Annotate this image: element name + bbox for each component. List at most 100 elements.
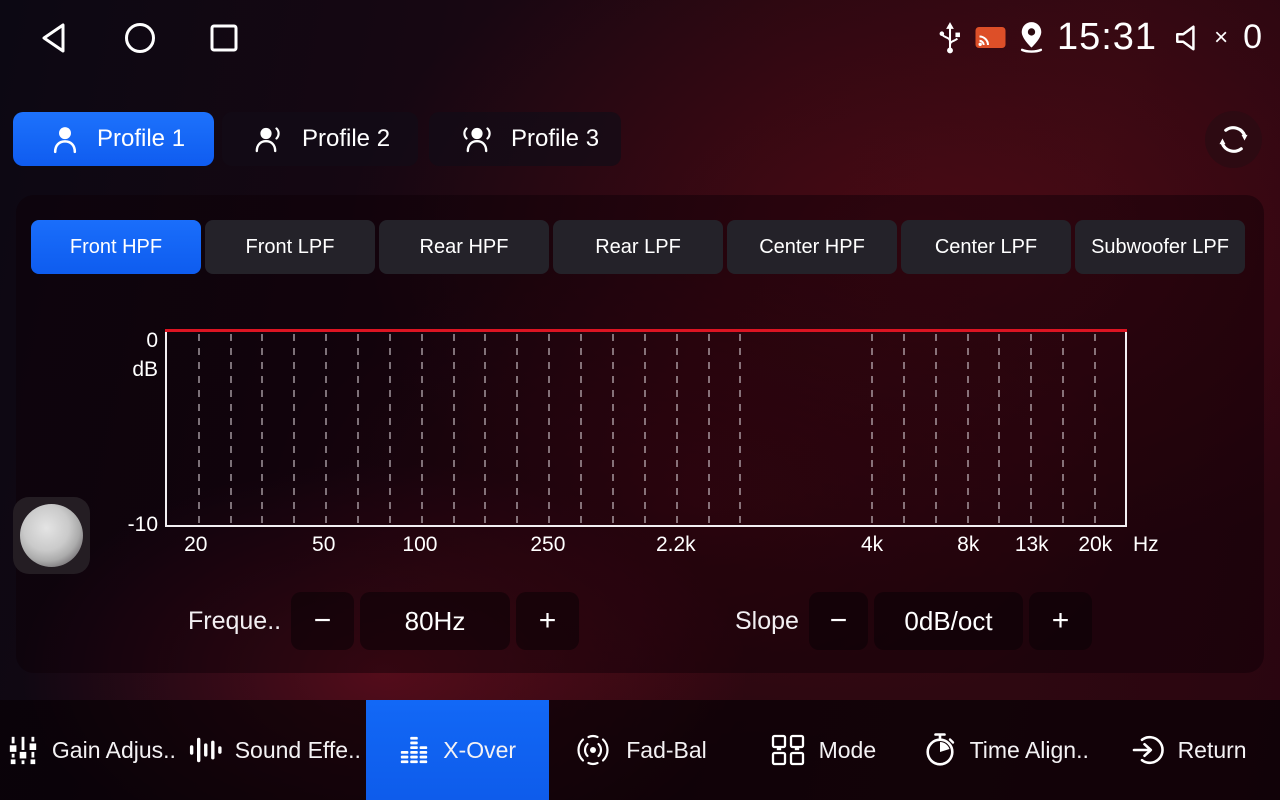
chart-gridline xyxy=(708,334,710,525)
sync-icon xyxy=(1217,123,1250,156)
slope-plus-button[interactable]: + xyxy=(1029,592,1092,650)
nav-label: Fad-Bal xyxy=(626,737,707,764)
tab-rear-lpf[interactable]: Rear LPF xyxy=(553,220,723,274)
tab-rear-hpf[interactable]: Rear HPF xyxy=(379,220,549,274)
chart-gridline xyxy=(516,334,518,525)
sync-button[interactable] xyxy=(1205,111,1262,168)
x-tick-label: 8k xyxy=(957,533,979,557)
nav-mode[interactable]: Mode xyxy=(731,700,914,800)
recents-icon[interactable] xyxy=(206,20,242,56)
tab-center-hpf[interactable]: Center HPF xyxy=(727,220,897,274)
chart-gridline xyxy=(739,334,741,525)
frequency-plus-button[interactable]: + xyxy=(516,592,579,650)
tab-front-hpf[interactable]: Front HPF xyxy=(31,220,201,274)
nav-label: Gain Adjus.. xyxy=(52,737,176,764)
gain-faders-icon xyxy=(7,734,39,766)
return-arrow-icon xyxy=(1131,733,1165,767)
chart-gridline xyxy=(421,334,423,525)
chart-gridline xyxy=(871,334,873,525)
bottom-nav: Gain Adjus.. Sound Effe.. xyxy=(0,700,1280,800)
profile-3-button[interactable]: Profile 3 xyxy=(429,112,621,166)
usb-icon xyxy=(936,21,964,55)
chart-gridline xyxy=(676,334,678,525)
tab-center-lpf[interactable]: Center LPF xyxy=(901,220,1071,274)
frequency-label: Freque.. xyxy=(188,592,281,650)
chart-gridline xyxy=(261,334,263,525)
stopwatch-icon xyxy=(923,732,957,768)
chart-gridline xyxy=(644,334,646,525)
tab-label: Front LPF xyxy=(246,236,335,259)
minus-icon: − xyxy=(830,604,848,638)
profile-2-button[interactable]: Profile 2 xyxy=(222,112,418,166)
y-tick-label: -10 xyxy=(103,513,158,537)
location-icon xyxy=(1017,21,1046,54)
tab-label: Rear LPF xyxy=(595,236,681,259)
home-icon[interactable] xyxy=(122,20,158,56)
tab-label: Subwoofer LPF xyxy=(1091,236,1229,259)
back-icon[interactable] xyxy=(38,20,74,56)
chart-gridline xyxy=(998,334,1000,525)
nav-label: Sound Effe.. xyxy=(235,737,361,764)
mode-grid-icon xyxy=(770,733,806,767)
response-curve xyxy=(165,329,1127,332)
cast-icon xyxy=(975,25,1006,50)
nav-gain-adjust[interactable]: Gain Adjus.. xyxy=(0,700,183,800)
nav-label: Return xyxy=(1178,737,1247,764)
tab-subwoofer-lpf[interactable]: Subwoofer LPF xyxy=(1075,220,1245,274)
x-tick-label: 20 xyxy=(184,533,207,557)
nav-fad-bal[interactable]: Fad-Bal xyxy=(549,700,732,800)
x-tick-label: 20k xyxy=(1078,533,1112,557)
volume-muted-icon[interactable] xyxy=(1174,24,1201,52)
knob-icon xyxy=(20,504,83,567)
crossover-eq-icon xyxy=(398,734,430,766)
nav-sound-effects[interactable]: Sound Effe.. xyxy=(183,700,366,800)
chart-gridline xyxy=(484,334,486,525)
volume-knob-button[interactable] xyxy=(13,497,90,574)
chart-gridline xyxy=(1062,334,1064,525)
chart-gridline xyxy=(580,334,582,525)
status-icons: 15:31 × 0 xyxy=(936,0,1262,75)
x-tick-label: 50 xyxy=(312,533,335,557)
volume-multiplier: × xyxy=(1214,24,1228,52)
frequency-minus-button[interactable]: − xyxy=(291,592,354,650)
profile-label: Profile 2 xyxy=(302,125,390,153)
sound-effects-icon xyxy=(188,734,222,766)
slope-minus-button[interactable]: − xyxy=(809,592,868,650)
chart-gridline xyxy=(935,334,937,525)
x-axis-unit-label: Hz xyxy=(1133,533,1159,557)
slope-label: Slope xyxy=(735,592,799,650)
chart-gridline xyxy=(230,334,232,525)
chart-gridline xyxy=(357,334,359,525)
chart-gridline xyxy=(325,334,327,525)
chart-gridlines xyxy=(167,330,1125,525)
chart-gridline xyxy=(903,334,905,525)
plus-icon: + xyxy=(539,604,557,638)
nav-time-align[interactable]: Time Align.. xyxy=(914,700,1097,800)
chart-gridline xyxy=(293,334,295,525)
nav-label: Mode xyxy=(819,737,877,764)
x-tick-label: 250 xyxy=(530,533,565,557)
chart-gridline xyxy=(967,334,969,525)
tab-front-lpf[interactable]: Front LPF xyxy=(205,220,375,274)
nav-x-over[interactable]: X-Over xyxy=(366,700,549,800)
chart-x-ticks: 20501002502.2k4k8k13k20k xyxy=(165,533,1127,561)
chart-gridline xyxy=(612,334,614,525)
status-bar: 15:31 × 0 xyxy=(0,0,1280,75)
fader-balance-icon xyxy=(573,733,613,767)
head-unit-screen: 15:31 × 0 Profile 1 Pro xyxy=(0,0,1280,800)
clock: 15:31 xyxy=(1057,16,1157,59)
profile-label: Profile 1 xyxy=(97,125,185,153)
tab-label: Center HPF xyxy=(759,236,865,259)
chart-gridline xyxy=(1094,334,1096,525)
frequency-value: 80Hz xyxy=(360,592,510,650)
profile-label: Profile 3 xyxy=(511,125,599,153)
chart-gridline xyxy=(198,334,200,525)
x-tick-label: 100 xyxy=(402,533,437,557)
plus-icon: + xyxy=(1052,604,1070,638)
y-axis-unit-label: dB xyxy=(110,358,158,382)
profile-1-button[interactable]: Profile 1 xyxy=(13,112,214,166)
chart-gridline xyxy=(389,334,391,525)
x-tick-label: 2.2k xyxy=(656,533,696,557)
frequency-response-chart[interactable] xyxy=(165,330,1127,527)
nav-return[interactable]: Return xyxy=(1097,700,1280,800)
